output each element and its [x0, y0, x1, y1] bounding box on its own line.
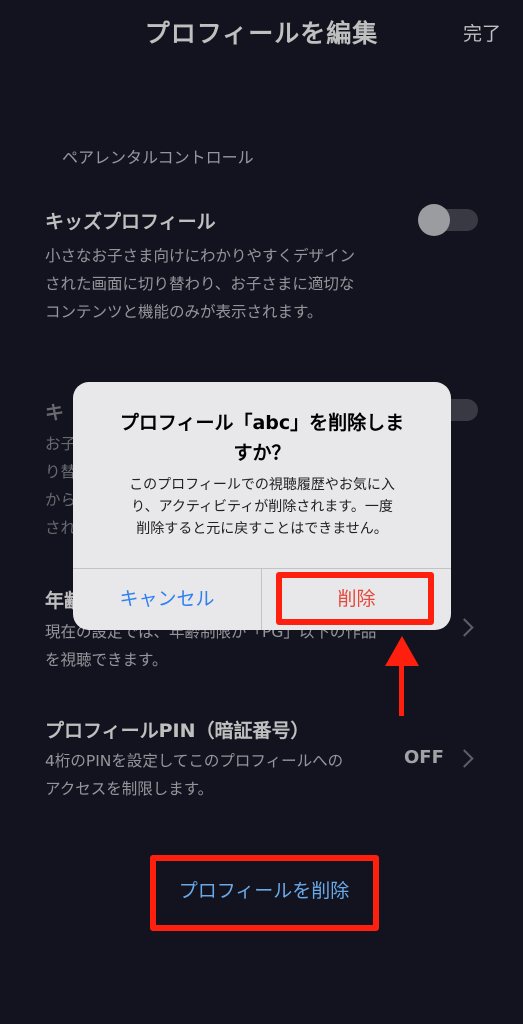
- cancel-button[interactable]: キャンセル: [73, 569, 261, 630]
- dialog-title: プロフィール「abc」を削除しま すか？: [89, 408, 435, 468]
- edit-profile-screen: プロフィールを編集 完了 ペアレンタルコントロール キッズプロフィール 小さなお…: [0, 0, 523, 1024]
- dialog-title-line: プロフィール「abc」を削除しま: [119, 412, 405, 434]
- dialog-message-line: 削除すると元に戻すことはできません。: [136, 521, 388, 537]
- annotation-arrow-shaft: [399, 660, 404, 716]
- dialog-message: このプロフィールでの視聴履歴やお気に入 り、アクティビティが削除されます。一度 …: [93, 474, 431, 540]
- dialog-message-line: り、アクティビティが削除されます。一度: [131, 499, 393, 515]
- dialog-message-line: このプロフィールでの視聴履歴やお気に入: [129, 477, 395, 493]
- highlight-box-confirm-delete: [276, 572, 434, 625]
- dialog-title-line: すか？: [233, 442, 291, 464]
- highlight-box-delete-profile: [150, 855, 379, 931]
